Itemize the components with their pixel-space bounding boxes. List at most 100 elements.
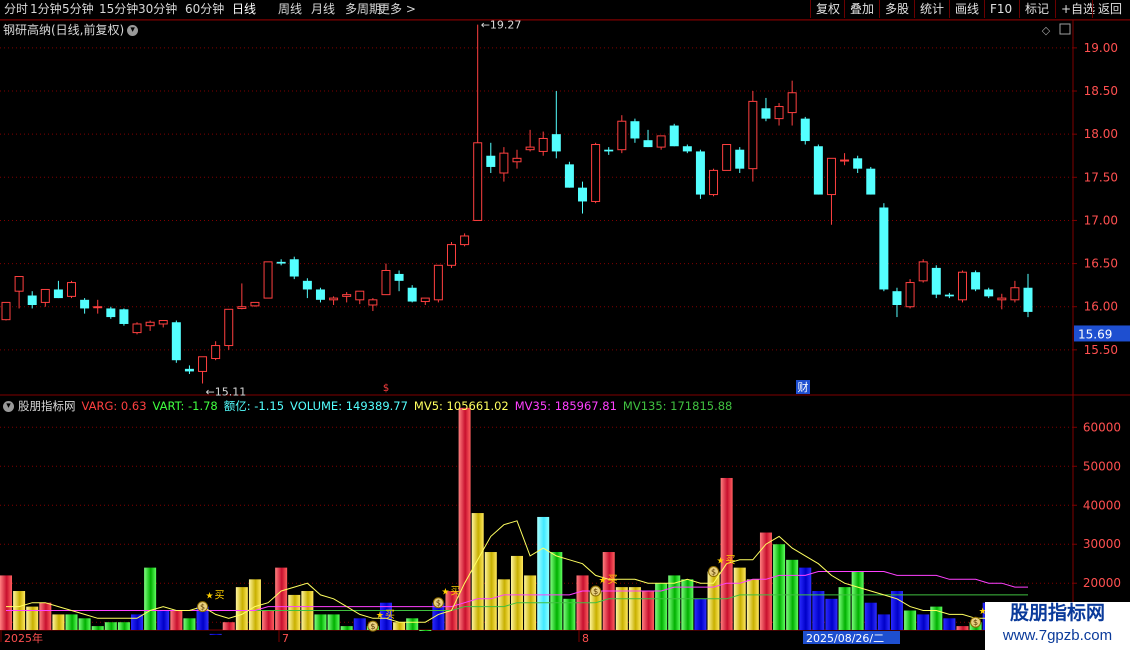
candle-body — [997, 297, 1007, 301]
volume-bar — [288, 594, 301, 630]
candle-body — [263, 261, 273, 299]
legend-vart: VART: -1.78 — [152, 399, 218, 413]
kline-chart[interactable]: 19.00 18.50 18.00 17.50 17.00 16.50 16.00 15.50… — [0, 0, 1130, 650]
buy-signal-label: 买 — [385, 609, 395, 621]
candle-body — [944, 294, 954, 297]
volume-bar — [484, 552, 497, 630]
volume-bar — [812, 591, 825, 630]
legend-mv135: MV135: 171815.88 — [622, 399, 733, 413]
candle-body — [1023, 287, 1033, 312]
candle-body — [394, 273, 404, 281]
chevron-down-icon[interactable]: ▾ — [3, 401, 14, 412]
high-price-label: ←19.27 — [481, 19, 522, 32]
volume-bar — [52, 614, 65, 630]
buy-star-icon: ★ — [206, 592, 214, 602]
candle-body — [512, 157, 522, 163]
volume-bar — [943, 618, 956, 630]
indicator-name[interactable]: 股朋指标网 — [18, 399, 76, 413]
volume-bar — [275, 567, 288, 630]
candle-body — [40, 288, 50, 303]
candle-body — [145, 321, 155, 327]
volume-bar — [707, 571, 720, 630]
candle-body — [971, 272, 981, 290]
price-tick-label: 16.00 — [1084, 300, 1118, 314]
candle-body — [957, 271, 967, 301]
volume-bar — [471, 513, 484, 630]
candle-body — [329, 297, 339, 301]
volume-bar — [91, 626, 104, 630]
volume-bar — [537, 516, 550, 630]
price-tick-label: 19.00 — [1084, 41, 1118, 55]
candle-body — [564, 164, 574, 188]
candle-body — [826, 157, 836, 196]
date-label: 7 — [282, 632, 289, 645]
candle-body — [813, 146, 823, 195]
candle-body — [381, 269, 391, 296]
volume-bar — [694, 598, 707, 630]
finance-marker: 财 — [798, 380, 809, 394]
candle-body — [604, 149, 614, 152]
candle-body — [879, 207, 889, 290]
candle-body — [237, 306, 247, 309]
candle-body — [918, 261, 928, 282]
volume-bar — [393, 622, 406, 630]
volume-bar — [353, 618, 366, 630]
candle-body — [853, 158, 863, 169]
candle-body — [289, 259, 299, 277]
legend-volume: VOLUME: 149389.77 — [290, 399, 408, 413]
candle-body — [840, 159, 850, 162]
candle-body — [93, 306, 103, 309]
candle-body — [342, 294, 352, 297]
candle-body — [420, 297, 430, 303]
candle-body — [748, 100, 758, 170]
candle-body — [866, 168, 876, 195]
volume-bar — [170, 610, 183, 630]
volume-bar — [222, 622, 235, 630]
date-label: 8 — [582, 632, 589, 645]
candle-body — [931, 267, 941, 295]
dividend-marker: $ — [383, 383, 389, 394]
legend-mv35: MV35: 185967.81 — [514, 399, 617, 413]
watermark-url: www.7gpzb.com — [1002, 627, 1113, 644]
money-bag-glyph: $ — [436, 599, 441, 608]
buy-star-icon: ★ — [376, 611, 384, 621]
volume-bar — [235, 587, 248, 630]
buy-star-icon: ★ — [717, 557, 725, 567]
candle-body — [499, 152, 509, 174]
volume-bar — [314, 614, 327, 630]
candle-body — [276, 261, 286, 264]
volume-bar — [759, 532, 772, 630]
candle-body — [1010, 287, 1020, 301]
candle-body — [27, 295, 37, 305]
current-price-label: 15.69 — [1078, 327, 1112, 341]
candle-body — [551, 134, 561, 152]
candle-body — [617, 120, 627, 151]
price-tick-label: 17.50 — [1084, 170, 1118, 184]
buy-star-icon: ★ — [441, 588, 449, 598]
buy-star-icon: ★ — [599, 576, 607, 586]
volume-bar — [262, 610, 275, 630]
candle-body — [14, 276, 24, 292]
panel-toggle-icon[interactable] — [1059, 23, 1071, 35]
price-tick-label: 16.50 — [1084, 257, 1118, 271]
volume-bar — [340, 626, 353, 630]
volume-bar — [209, 633, 222, 635]
watermark-title: 股朋指标网 — [1009, 603, 1105, 624]
candle-body — [368, 299, 378, 306]
candle-body — [630, 121, 640, 139]
buy-signal-label: 买 — [608, 574, 618, 586]
volume-bar — [419, 630, 432, 631]
candle-body — [158, 320, 168, 325]
candle-body — [643, 140, 653, 148]
candle-body — [669, 125, 679, 147]
candle-body — [656, 135, 666, 148]
candle-body — [538, 137, 548, 152]
candle-body — [1, 301, 11, 321]
volume-bar — [825, 598, 838, 630]
candle-body — [407, 287, 417, 302]
volume-tick-label: 40000 — [1083, 498, 1121, 512]
volume-bar — [890, 591, 903, 630]
candle-body — [774, 106, 784, 120]
money-bag-glyph: $ — [973, 618, 978, 627]
candle-body — [735, 149, 745, 169]
